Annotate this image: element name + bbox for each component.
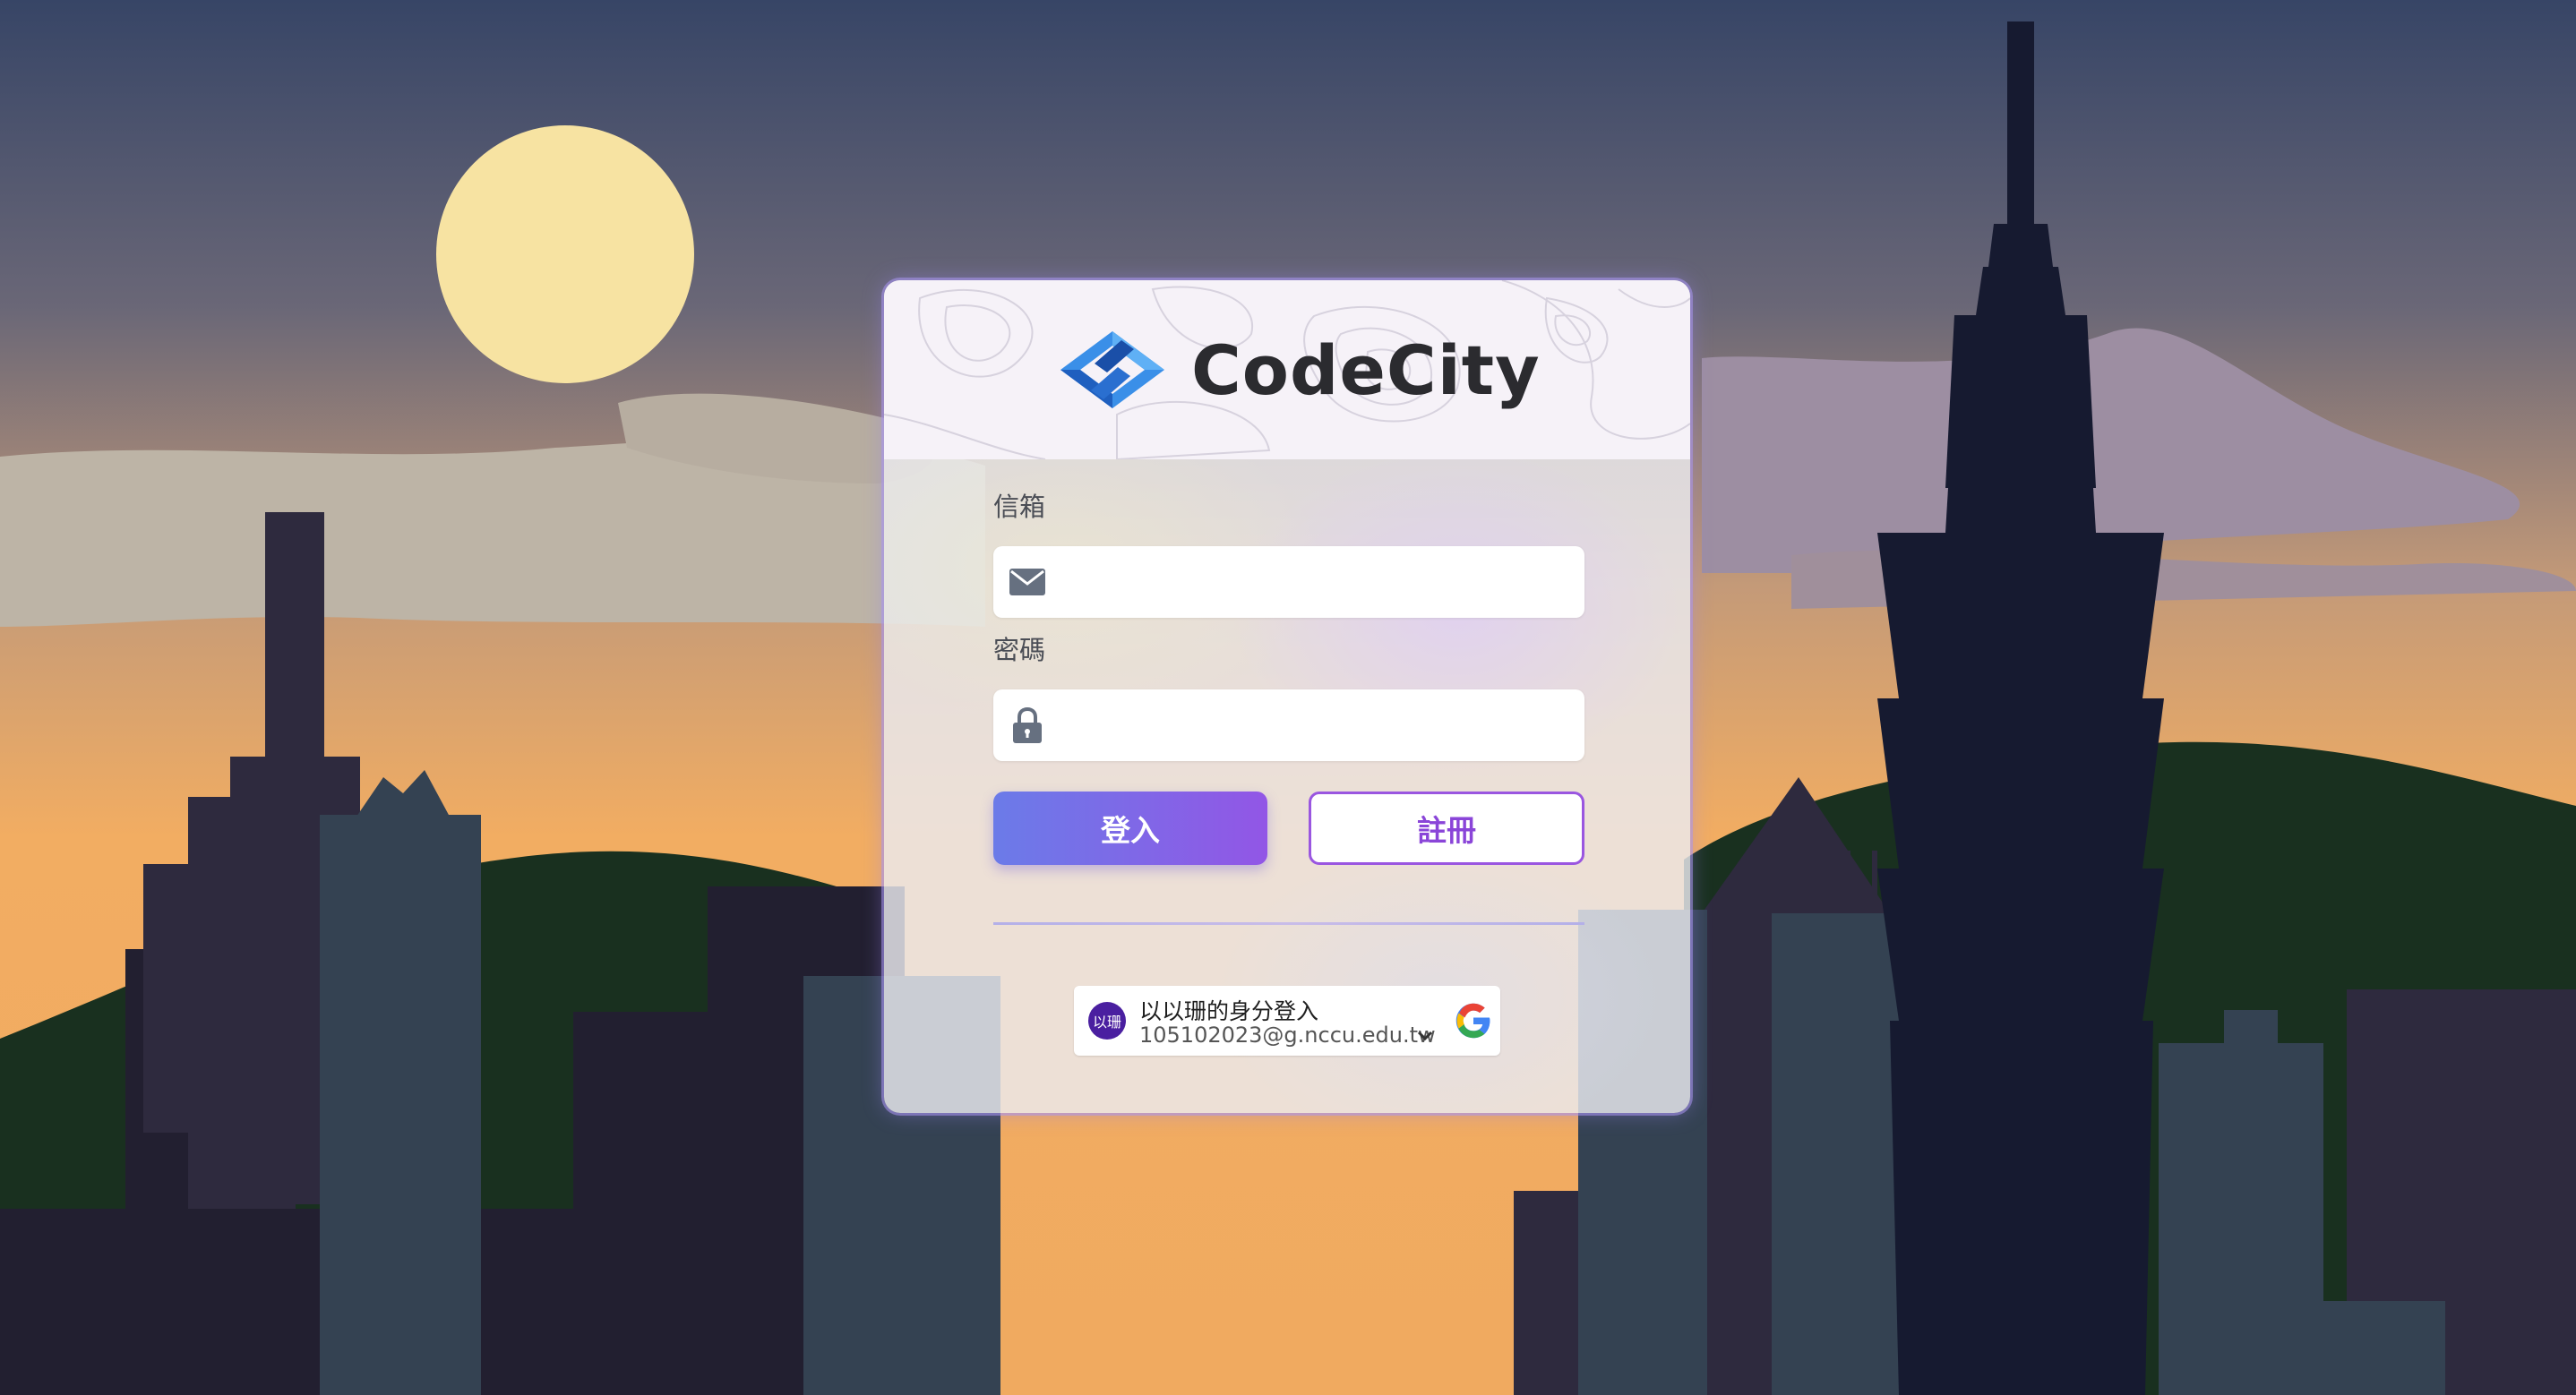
brand-logo: CodeCity (1059, 327, 1541, 413)
google-signin-title: 以以珊的身分登入 (1139, 998, 1319, 1024)
password-field[interactable] (993, 689, 1584, 763)
login-button[interactable]: 登入 (993, 792, 1267, 865)
envelope-icon (1009, 564, 1045, 600)
email-input[interactable] (1065, 546, 1570, 620)
password-input[interactable] (1065, 689, 1570, 763)
chevron-down-icon[interactable] (1414, 1025, 1436, 1047)
login-card: CodeCity 信箱 密碼 登入 註冊 以珊 以以珊的身分登入 1051020… (884, 280, 1690, 1113)
card-header: CodeCity (884, 280, 1690, 459)
password-label: 密碼 (993, 635, 1046, 665)
brand-name: CodeCity (1191, 329, 1541, 410)
divider (993, 922, 1584, 925)
register-button[interactable]: 註冊 (1309, 792, 1584, 865)
google-g-icon (1455, 1003, 1490, 1039)
email-label: 信箱 (993, 492, 1046, 522)
email-field[interactable] (993, 546, 1584, 620)
lock-icon (1009, 707, 1045, 743)
google-signin-button[interactable]: 以珊 以以珊的身分登入 105102023@g.nccu.edu.tw (1074, 986, 1500, 1056)
avatar: 以珊 (1088, 1002, 1126, 1040)
google-account-email: 105102023@g.nccu.edu.tw (1139, 1023, 1436, 1048)
moon (436, 125, 694, 383)
codecity-logo-icon (1060, 331, 1164, 408)
